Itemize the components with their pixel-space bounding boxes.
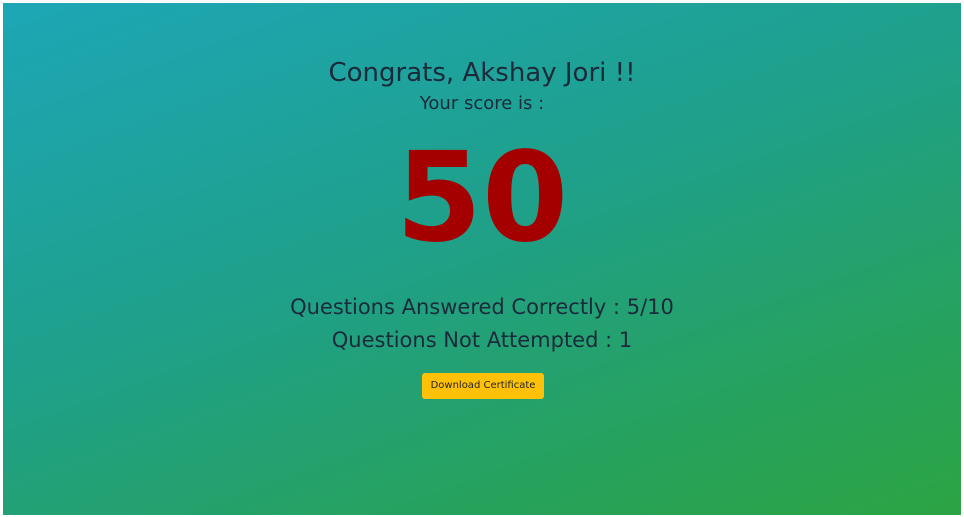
not-attempted-stat: Questions Not Attempted : 1: [331, 328, 633, 352]
score-value: 50: [395, 126, 569, 270]
score-label: Your score is :: [419, 93, 545, 114]
correct-answers-stat: Questions Answered Correctly : 5/10: [290, 295, 674, 319]
download-certificate-button[interactable]: Download Certificate: [422, 373, 544, 399]
result-page: Congrats, Akshay Jori !! Your score is :…: [3, 3, 961, 515]
congrats-heading: Congrats, Akshay Jori !!: [328, 58, 636, 88]
result-panel: Congrats, Akshay Jori !! Your score is :…: [3, 3, 961, 515]
